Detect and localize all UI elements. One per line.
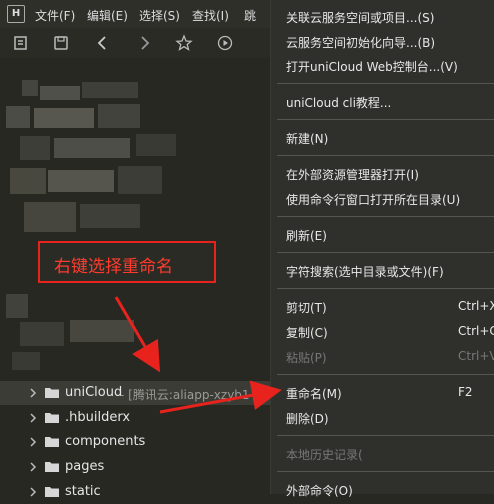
annotation-callout: 右键选择重命名: [38, 241, 216, 283]
tree-item-hbuilderx[interactable]: .hbuilderx: [0, 406, 270, 430]
run-icon[interactable]: [216, 34, 234, 52]
menu-edit[interactable]: 编辑(E): [87, 7, 128, 24]
forward-icon[interactable]: [135, 34, 153, 52]
separator: [277, 471, 494, 472]
menu-find[interactable]: 查找(I): [192, 7, 229, 24]
context-menu: 关联云服务空间或项目...(S) 云服务空间初始化向导...(B) 打开uniC…: [270, 0, 494, 498]
annotation-text: 右键选择重命名: [54, 257, 173, 277]
ctx-cli-tutorial[interactable]: uniCloud cli教程...: [286, 94, 391, 111]
folder-icon: [45, 387, 59, 398]
separator: [277, 435, 494, 436]
separator: [277, 155, 494, 156]
blurred-region: [34, 108, 94, 128]
ctx-open-explorer[interactable]: 在外部资源管理器打开(I): [286, 166, 419, 183]
separator: [277, 216, 494, 217]
blurred-region: [10, 168, 46, 194]
tree-item-label: uniCloud: [65, 385, 123, 400]
menu-select[interactable]: 选择(S): [139, 7, 180, 24]
blurred-region: [6, 294, 28, 318]
ctx-paste: 粘贴(P): [286, 351, 327, 365]
ctx-new[interactable]: 新建(N): [286, 130, 328, 147]
star-icon[interactable]: [175, 34, 193, 52]
tree-item-label: .hbuilderx: [65, 410, 131, 425]
app-logo-icon: H: [7, 5, 25, 23]
tree-item-static[interactable]: static: [0, 480, 270, 504]
tree-item-label: static: [65, 484, 101, 499]
blurred-region: [20, 136, 50, 160]
blurred-region: [12, 352, 40, 370]
ctx-paste-shortcut: Ctrl+V: [458, 349, 494, 363]
blurred-region: [22, 80, 38, 96]
blurred-region: [6, 106, 30, 128]
ctx-local-history: 本地历史记录(: [286, 448, 363, 462]
cloud-space-info: - [腾讯云:aliapp-xzyb1: [120, 388, 250, 402]
ctx-rename[interactable]: 重命名(M): [286, 385, 342, 402]
blurred-region: [24, 202, 76, 232]
blurred-region: [70, 320, 134, 342]
menu-goto[interactable]: 跳: [244, 7, 256, 24]
ctx-cut-shortcut: Ctrl+X: [458, 299, 494, 313]
ctx-init-wizard[interactable]: 云服务空间初始化向导...(B): [286, 34, 435, 51]
ctx-open-web-console[interactable]: 打开uniCloud Web控制台...(V): [286, 58, 458, 75]
folder-icon: [45, 436, 59, 447]
save-icon[interactable]: [52, 34, 70, 52]
tree-item-pages[interactable]: pages: [0, 455, 270, 479]
separator: [277, 374, 494, 375]
tree-item-label: components: [65, 434, 146, 449]
folder-icon: [45, 412, 59, 423]
separator: [277, 288, 494, 289]
chevron-right-icon[interactable]: [28, 387, 38, 399]
separator: [277, 83, 494, 84]
ctx-delete[interactable]: 删除(D): [286, 410, 329, 427]
ctx-external-command[interactable]: 外部命令(O): [286, 482, 353, 499]
tree-item-label: pages: [65, 459, 105, 474]
chevron-right-icon[interactable]: [28, 461, 38, 473]
blurred-region: [20, 322, 64, 346]
chevron-right-icon[interactable]: [28, 412, 38, 424]
ctx-cut[interactable]: 剪切(T): [286, 299, 327, 316]
folder-icon: [45, 486, 59, 497]
folder-icon: [45, 461, 59, 472]
blurred-region: [136, 134, 176, 156]
chevron-right-icon[interactable]: [28, 436, 38, 448]
separator: [277, 119, 494, 120]
blurred-region: [118, 166, 162, 194]
ctx-search[interactable]: 字符搜索(选中目录或文件)(F): [286, 263, 444, 280]
chevron-right-icon[interactable]: [28, 486, 38, 498]
back-icon[interactable]: [94, 34, 112, 52]
menu-file[interactable]: 文件(F): [35, 7, 75, 24]
blurred-region: [40, 86, 80, 100]
ctx-link-space[interactable]: 关联云服务空间或项目...(S): [286, 9, 434, 26]
ctx-copy-shortcut: Ctrl+C: [458, 324, 494, 338]
separator: [277, 252, 494, 253]
save-all-icon[interactable]: [12, 34, 30, 52]
tree-item-unicloud[interactable]: uniCloud - [腾讯云:aliapp-xzyb1: [0, 381, 270, 405]
blurred-region: [98, 104, 140, 128]
blurred-region: [54, 138, 130, 158]
tree-item-components[interactable]: components: [0, 430, 270, 454]
blurred-region: [82, 82, 138, 98]
ctx-rename-shortcut: F2: [458, 385, 473, 399]
ctx-copy[interactable]: 复制(C): [286, 324, 328, 341]
blurred-region: [48, 170, 114, 192]
ctx-open-cmd[interactable]: 使用命令行窗口打开所在目录(U): [286, 191, 460, 208]
ctx-refresh[interactable]: 刷新(E): [286, 227, 327, 244]
blurred-region: [80, 204, 140, 228]
